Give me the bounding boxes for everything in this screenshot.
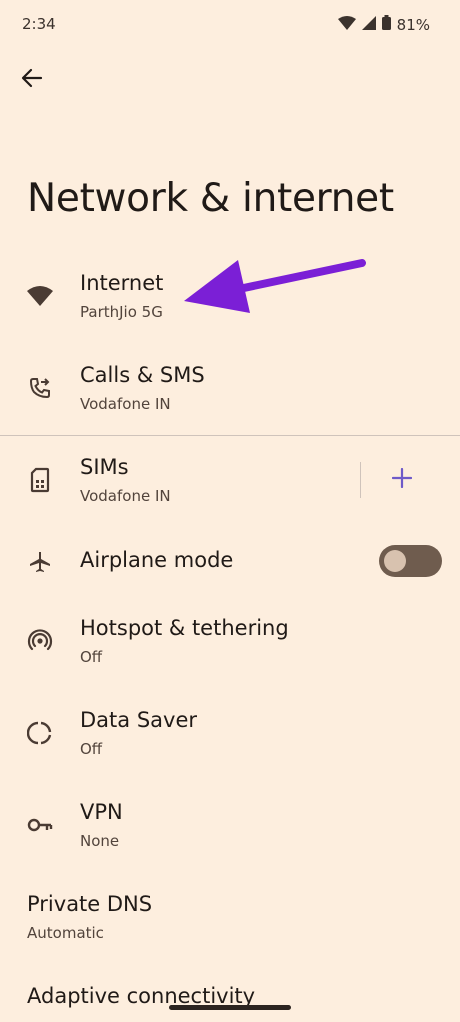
gesture-nav-handle[interactable] xyxy=(169,1005,291,1010)
internet-subtitle: ParthJio 5G xyxy=(80,303,163,321)
airplane-mode-toggle[interactable] xyxy=(379,545,442,577)
sim-card-icon xyxy=(24,464,56,496)
data-saver-title: Data Saver xyxy=(80,708,197,732)
status-time: 2:34 xyxy=(22,15,56,33)
airplane-mode-row[interactable]: Airplane mode xyxy=(0,532,460,592)
section-divider xyxy=(0,435,460,436)
sims-title: SIMs xyxy=(80,455,129,479)
hotspot-row[interactable]: Hotspot & tethering Off xyxy=(0,600,460,684)
phone-forward-icon xyxy=(24,372,56,404)
calls-sms-title: Calls & SMS xyxy=(80,363,205,387)
hotspot-title: Hotspot & tethering xyxy=(80,616,289,640)
hotspot-subtitle: Off xyxy=(80,648,103,666)
toggle-knob xyxy=(384,550,406,572)
airplane-icon xyxy=(24,546,56,578)
add-sim-button[interactable] xyxy=(385,463,419,497)
annotation-arrow xyxy=(180,255,370,321)
calls-sms-subtitle: Vodafone IN xyxy=(80,395,171,413)
wifi-icon xyxy=(24,280,56,312)
sims-subtitle: Vodafone IN xyxy=(80,487,171,505)
arrow-left-icon xyxy=(21,67,43,93)
private-dns-row[interactable]: Private DNS Automatic xyxy=(0,876,460,960)
sims-row[interactable]: SIMs Vodafone IN xyxy=(0,440,460,520)
private-dns-title: Private DNS xyxy=(27,892,153,916)
back-button[interactable] xyxy=(14,62,50,98)
hotspot-icon xyxy=(24,625,56,657)
battery-percent: 81% xyxy=(396,15,430,34)
data-saver-row[interactable]: Data Saver Off xyxy=(0,692,460,776)
page-title: Network & internet xyxy=(27,176,394,221)
battery-icon xyxy=(381,15,391,34)
internet-title: Internet xyxy=(80,271,164,295)
vpn-title: VPN xyxy=(80,800,123,824)
sims-divider xyxy=(360,462,361,498)
data-saver-subtitle: Off xyxy=(80,740,103,758)
airplane-mode-title: Airplane mode xyxy=(80,548,234,572)
data-saver-icon xyxy=(24,717,56,749)
wifi-status-icon xyxy=(337,15,356,34)
calls-sms-row[interactable]: Calls & SMS Vodafone IN xyxy=(0,348,460,428)
vpn-row[interactable]: VPN None xyxy=(0,784,460,868)
status-bar: 2:34 81% xyxy=(0,0,460,50)
private-dns-subtitle: Automatic xyxy=(27,924,104,942)
status-icons: 81% xyxy=(337,15,430,34)
key-icon xyxy=(24,809,56,841)
vpn-subtitle: None xyxy=(80,832,120,850)
adaptive-connectivity-row[interactable]: Adaptive connectivity xyxy=(0,968,460,1022)
plus-icon xyxy=(391,467,413,492)
cell-signal-icon xyxy=(361,15,376,34)
